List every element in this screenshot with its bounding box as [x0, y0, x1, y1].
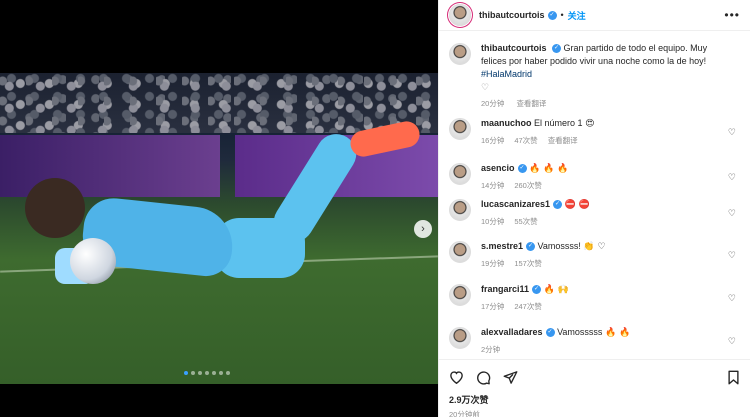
heart-icon[interactable]: ♡ [728, 127, 736, 138]
comment-likes[interactable]: 260次赞 [514, 181, 542, 190]
carousel-dot [212, 371, 216, 375]
post-actions: 2.9万次赞 20分钟前 [439, 359, 750, 417]
verified-icon: ✓ [545, 328, 555, 338]
avatar[interactable] [449, 4, 471, 26]
share-icon[interactable] [503, 370, 518, 385]
comment-emoji: 😍 [585, 119, 595, 129]
more-icon[interactable]: ••• [724, 8, 740, 22]
follow-button[interactable]: 关注 [568, 9, 586, 22]
comment-username[interactable]: asencio [481, 163, 515, 173]
verified-icon: ✓ [517, 164, 527, 174]
comment-item: asencio ✓ 🔥 🔥 🔥 14分钟 260次赞 ♡ [449, 162, 740, 198]
comment-icon[interactable] [476, 370, 491, 385]
avatar[interactable] [449, 284, 471, 306]
post-panel: thibautcourtois ✓ • 关注 ••• thibautcourto… [438, 0, 750, 417]
comment-username[interactable]: lucascanizares1 [481, 199, 550, 209]
goalkeeper [25, 119, 422, 318]
comment-item: lucascanizares1 ✓ ⛔ ⛔ 10分钟 55次赞 ♡ [449, 198, 740, 240]
heart-icon[interactable]: ♡ [728, 250, 736, 261]
carousel-dot [219, 371, 223, 375]
chevron-right-icon: › [421, 223, 425, 235]
comment-time: 17分钟 [481, 302, 505, 311]
verified-icon: ✓ [526, 242, 536, 252]
heart-icon[interactable]: ♡ [728, 208, 736, 219]
carousel-indicators [184, 371, 230, 375]
heart-icon[interactable] [449, 370, 464, 384]
post-photo [0, 73, 438, 384]
comment-username[interactable]: alexvalladares [481, 327, 543, 337]
verified-icon: ✓ [532, 285, 542, 295]
comment-likes[interactable]: 55次赞 [514, 217, 537, 226]
comment-text: Vamosssss [557, 327, 603, 337]
post-timestamp: 20分钟前 [449, 410, 480, 417]
comment-item: maanuchoo El número 1 😍 16分钟 47次赞 查看翻译 ♡ [449, 117, 740, 162]
separator-dot: • [560, 10, 564, 20]
comment-text: Vamossss! [537, 241, 581, 251]
comment-emoji: ⛔ ⛔ [564, 200, 590, 210]
verified-icon: ✓ [552, 44, 562, 54]
caption-time: 20分钟 [481, 99, 505, 108]
comment-likes[interactable]: 247次赞 [514, 302, 542, 311]
bookmark-icon[interactable] [727, 370, 740, 385]
football [70, 238, 116, 284]
carousel-dot [205, 371, 209, 375]
caption-username[interactable]: thibautcourtois [481, 43, 547, 53]
caption-hashtag[interactable]: #HalaMadrid [481, 69, 532, 79]
heart-icon[interactable]: ♡ [728, 336, 736, 347]
post-caption: thibautcourtois ✓ Gran partido de todo e… [449, 42, 740, 109]
heart-icon[interactable]: ♡ [728, 172, 736, 183]
carousel-next-button[interactable]: › [414, 220, 432, 238]
avatar[interactable] [449, 241, 471, 263]
comment-emoji: 🔥 🔥 🔥 [529, 164, 569, 174]
comment-username[interactable]: s.mestre1 [481, 241, 523, 251]
caption-translate-link[interactable]: 查看翻译 [516, 99, 546, 108]
comment-time: 2分钟 [481, 345, 501, 354]
comment-time: 10分钟 [481, 217, 505, 226]
avatar[interactable] [449, 163, 471, 185]
avatar[interactable] [449, 118, 471, 140]
likes-count[interactable]: 2.9万次赞 [449, 393, 740, 406]
comment-emoji: 🔥 🙌 [543, 285, 569, 295]
comment-item: frangarci11 ✓ 🔥 🙌 17分钟 247次赞 ♡ [449, 283, 740, 326]
carousel-dot [198, 371, 202, 375]
verified-icon: ✓ [547, 10, 557, 20]
comment-username[interactable]: maanuchoo [481, 118, 532, 128]
comment-emoji: 🔥 🔥 [604, 328, 631, 338]
carousel-dot [191, 371, 195, 375]
heart-icon[interactable]: ♡ [728, 293, 736, 304]
avatar[interactable] [449, 43, 471, 65]
avatar[interactable] [449, 327, 471, 349]
carousel-dot [184, 371, 188, 375]
comment-time: 14分钟 [481, 181, 505, 190]
comments-list[interactable]: thibautcourtois ✓ Gran partido de todo e… [439, 32, 750, 359]
post-header: thibautcourtois ✓ • 关注 ••• [439, 0, 750, 31]
stadium-crowd [0, 73, 438, 133]
comment-emoji: 👏 ♡ [583, 242, 606, 252]
comment-time: 19分钟 [481, 259, 505, 268]
author-username[interactable]: thibautcourtois [479, 10, 545, 20]
carousel-dot [226, 371, 230, 375]
comment-translate-link[interactable]: 查看翻译 [548, 136, 578, 145]
comment-username[interactable]: frangarci11 [481, 284, 529, 294]
avatar[interactable] [449, 199, 471, 221]
comment-likes[interactable]: 157次赞 [514, 259, 542, 268]
caption-like-icon[interactable]: ♡ [481, 81, 731, 94]
verified-icon: ✓ [553, 200, 563, 210]
comment-item: alexvalladares ✓ Vamosssss 🔥 🔥 2分钟 ♡ [449, 326, 740, 359]
comment-likes[interactable]: 47次赞 [514, 136, 537, 145]
comment-item: s.mestre1 ✓ Vamossss! 👏 ♡ 19分钟 157次赞 ♡ [449, 240, 740, 283]
post-media[interactable]: › [0, 0, 438, 417]
comment-text: El número 1 [534, 118, 583, 128]
comment-time: 16分钟 [481, 136, 505, 145]
